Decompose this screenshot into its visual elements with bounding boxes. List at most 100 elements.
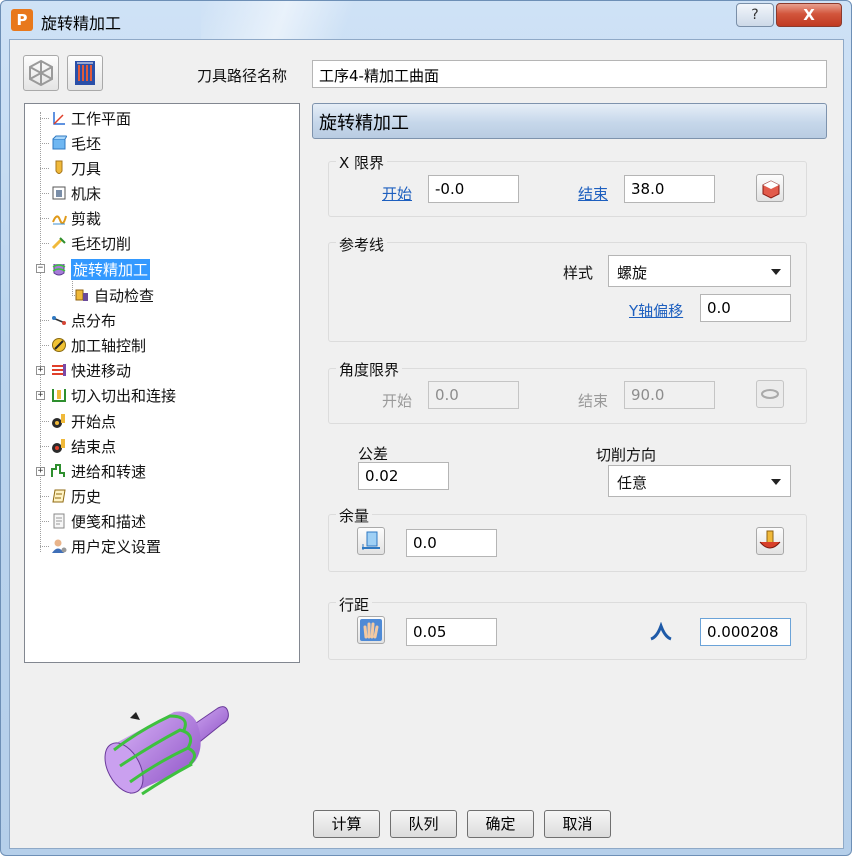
- rapid-move-icon: [52, 364, 66, 376]
- toolbar-button-2[interactable]: [67, 55, 103, 91]
- tree-item-label: 毛坯: [71, 134, 102, 153]
- thickness-component-button[interactable]: [756, 527, 784, 555]
- block-icon: [52, 135, 67, 150]
- toolpath-name-label: 刀具路径名称: [197, 67, 288, 85]
- tree-item-notes[interactable]: 便笺和描述: [51, 510, 146, 532]
- end-point-icon: [52, 439, 65, 453]
- stock-cut-icon: [51, 237, 66, 250]
- x-end-link[interactable]: 结束: [578, 183, 608, 204]
- x-start-input[interactable]: -0.0: [428, 175, 519, 203]
- tree-item-label: 结束点: [71, 437, 117, 456]
- tree-item-limit[interactable]: 剪裁: [51, 207, 101, 229]
- angle-end-input: 90.0: [624, 381, 715, 409]
- cancel-button[interactable]: 取消: [544, 810, 611, 838]
- rotary-finish-icon: [52, 264, 66, 276]
- cusp-height-input[interactable]: 0.000208: [700, 618, 791, 646]
- tree-item-label: 进给和转速: [71, 462, 147, 481]
- cusp-icon: [650, 622, 672, 641]
- rotary-preview-image: [104, 706, 229, 796]
- style-label: 样式: [563, 264, 594, 282]
- tolerance-input[interactable]: 0.02: [358, 462, 449, 490]
- tree-item-start-point[interactable]: 开始点: [51, 410, 116, 432]
- tree-item-history[interactable]: 历史: [51, 485, 101, 507]
- y-offset-link[interactable]: Y轴偏移: [629, 300, 683, 321]
- help-button[interactable]: ?: [736, 3, 774, 27]
- tree-item-label: 剪裁: [71, 209, 102, 228]
- tree-item-label: 点分布: [71, 311, 117, 330]
- tree-item-label: 机床: [71, 184, 102, 203]
- title-bar[interactable]: P 旋转精加工 ? X: [1, 1, 851, 39]
- angle-end-link: 结束: [578, 392, 609, 410]
- x-limits-from-model-button[interactable]: [756, 174, 784, 202]
- tree-item-label: 切入切出和连接: [71, 386, 177, 405]
- history-icon: [52, 489, 66, 503]
- angle-limits-button: [756, 380, 784, 408]
- tree-item-leads-links[interactable]: 切入切出和连接: [51, 384, 176, 406]
- tree-expand-toggle[interactable]: +: [36, 467, 45, 476]
- block-limits-icon: [762, 180, 780, 199]
- tree-item-end-point[interactable]: 结束点: [51, 435, 116, 457]
- tree-item-machine[interactable]: 机床: [51, 182, 101, 204]
- tree-item-workplane[interactable]: 工作平面: [51, 107, 131, 129]
- auto-verify-icon: [75, 289, 88, 301]
- dialog-window: P 旋转精加工 ? X 刀具路径名称 工序4-精加工曲面 工作平面 毛坯 刀具 …: [0, 0, 852, 856]
- workplane-icon: [53, 112, 65, 125]
- gray-model-icon: [29, 59, 53, 87]
- thickness-settings-button[interactable]: [357, 527, 385, 555]
- start-point-icon: [52, 414, 65, 428]
- machine-icon: [52, 186, 66, 200]
- tree-expand-toggle[interactable]: +: [36, 366, 45, 375]
- stepover-title: 行距: [336, 594, 373, 615]
- tree-item-rapid-move[interactable]: 快进移动: [51, 359, 131, 381]
- tree-item-rotary-finish[interactable]: 旋转精加工: [51, 258, 151, 280]
- tree-item-label: 快进移动: [71, 361, 132, 380]
- thickness-title: 余量: [336, 505, 373, 526]
- tree-collapse-toggle[interactable]: −: [36, 264, 45, 273]
- tree-item-stock-cut[interactable]: 毛坯切削: [51, 232, 131, 254]
- notes-icon: [53, 513, 65, 529]
- close-button[interactable]: X: [776, 3, 842, 27]
- tree-item-auto-verify[interactable]: 自动检查: [74, 284, 154, 306]
- tree-item-user-settings[interactable]: 用户定义设置: [51, 535, 161, 557]
- queue-button[interactable]: 队列: [390, 810, 457, 838]
- style-select[interactable]: 螺旋: [608, 255, 791, 287]
- tree-item-label: 加工轴控制: [71, 336, 147, 355]
- ok-button[interactable]: 确定: [467, 810, 534, 838]
- tolerance-label: 公差: [358, 445, 389, 463]
- thickness-input[interactable]: 0.0: [406, 529, 497, 557]
- tree-item-tool[interactable]: 刀具: [51, 157, 101, 179]
- angle-start-link: 开始: [382, 392, 413, 410]
- toolpath-settings-icon: [75, 61, 95, 85]
- stepover-settings-button[interactable]: [357, 616, 385, 644]
- axis-control-icon: [52, 338, 66, 352]
- tree-expand-toggle[interactable]: +: [36, 391, 45, 400]
- cut-direction-select[interactable]: 任意: [608, 465, 791, 497]
- app-logo-icon: P: [11, 9, 33, 31]
- chevron-down-icon: [771, 269, 781, 275]
- calculate-button[interactable]: 计算: [313, 810, 380, 838]
- tree-item-label: 旋转精加工: [71, 258, 151, 280]
- tree-item-label: 便笺和描述: [71, 512, 147, 531]
- toolpath-name-input[interactable]: 工序4-精加工曲面: [312, 60, 827, 88]
- thickness-group: [328, 514, 807, 572]
- tree-item-axis-control[interactable]: 加工轴控制: [51, 334, 146, 356]
- angle-icon: [761, 389, 779, 399]
- toolbar-button-1[interactable]: [23, 55, 59, 91]
- y-offset-input[interactable]: 0.0: [700, 294, 791, 322]
- tree-item-feeds-speeds[interactable]: 进给和转速: [51, 460, 146, 482]
- x-start-link[interactable]: 开始: [382, 183, 412, 204]
- x-limits-title: X 限界: [336, 152, 388, 173]
- title-glare: [201, 1, 381, 39]
- tree-item-block[interactable]: 毛坯: [51, 132, 101, 154]
- style-select-value: 螺旋: [617, 264, 648, 282]
- tree-item-point-distribution[interactable]: 点分布: [51, 309, 116, 331]
- cut-direction-label: 切削方向: [596, 446, 657, 464]
- thickness-icon: [362, 531, 380, 550]
- strategy-tree[interactable]: 工作平面 毛坯 刀具 机床 剪裁 毛坯切削 − 旋转精加工 自动检查 点分布 加…: [24, 103, 300, 663]
- reference-line-title: 参考线: [336, 234, 388, 255]
- x-end-input[interactable]: 38.0: [624, 175, 715, 203]
- stepover-input[interactable]: 0.05: [406, 618, 497, 646]
- tree-item-label: 刀具: [71, 159, 102, 178]
- point-distribution-icon: [52, 316, 66, 325]
- strategy-header: 旋转精加工: [312, 103, 827, 139]
